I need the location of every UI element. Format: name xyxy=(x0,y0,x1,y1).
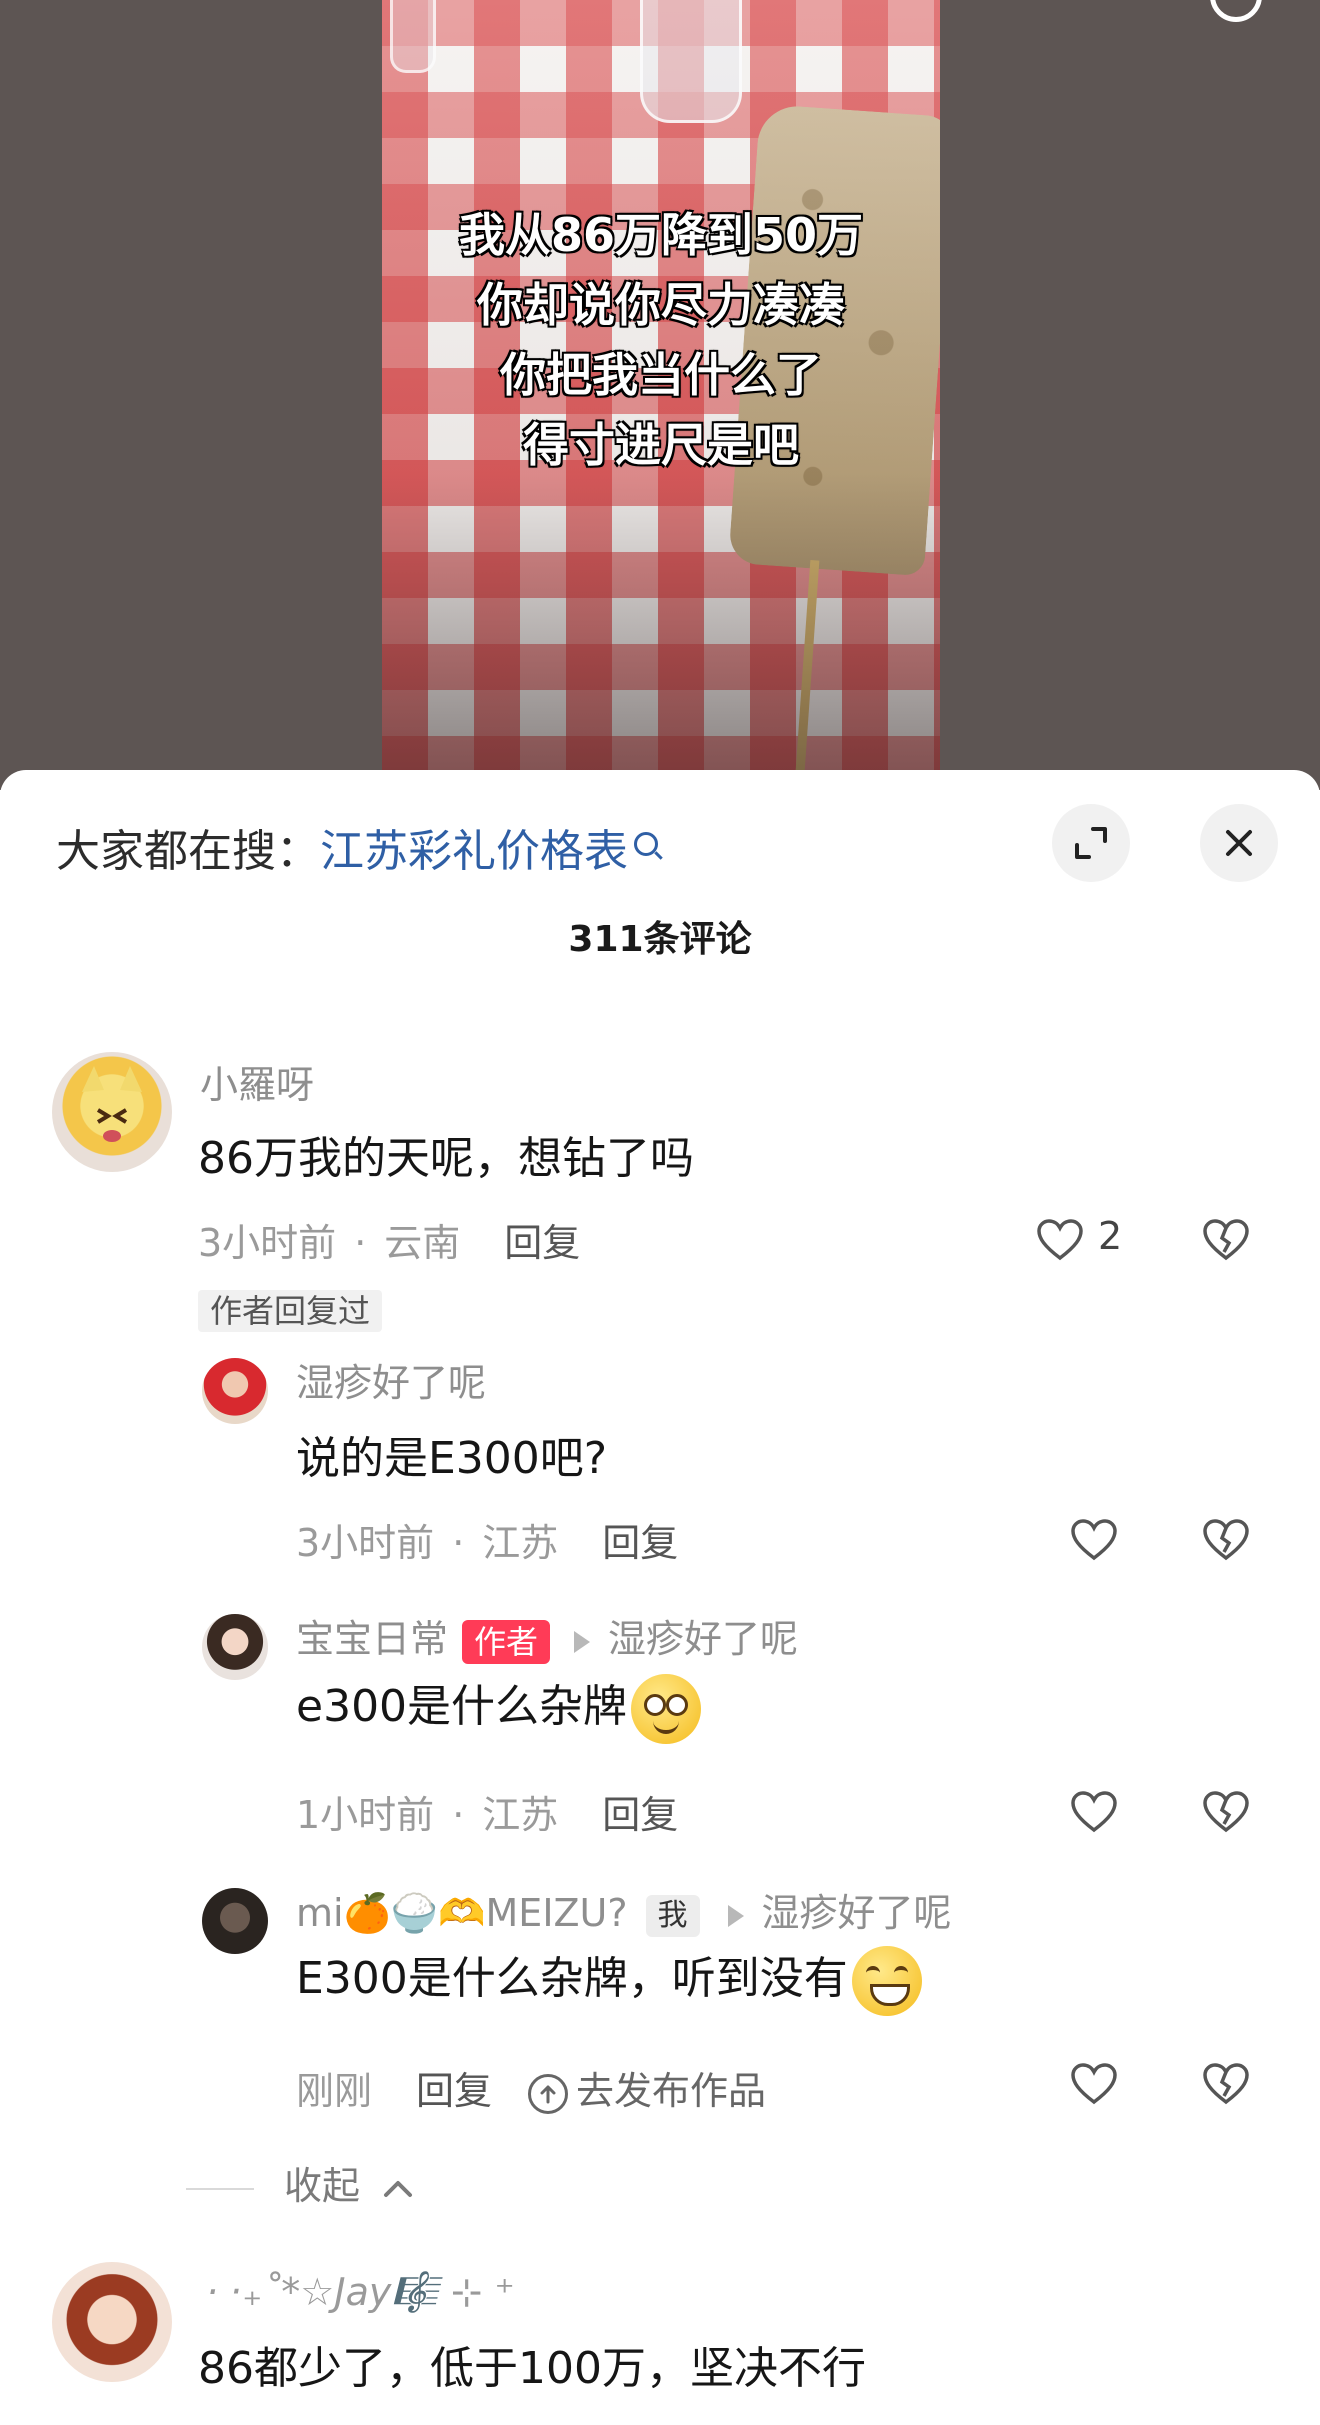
reply-to-username[interactable]: 湿疹好了呢 xyxy=(608,1617,798,1661)
trending-search-term[interactable]: 江苏彩礼价格表 xyxy=(320,826,628,877)
comment-time: 刚刚 xyxy=(296,2069,373,2113)
comment-text: 说的是E300吧? xyxy=(296,1433,608,1484)
search-icon[interactable] xyxy=(1210,0,1262,22)
comment-username-row: 宝宝日常 作者 湿疹好了呢 xyxy=(296,1608,798,1664)
comment-username-row: mi🍊🍚🫶MEIZU? 我 湿疹好了呢 xyxy=(296,1882,952,1937)
comment-username[interactable]: 宝宝日常 xyxy=(296,1617,448,1661)
avatar[interactable] xyxy=(202,1614,268,1680)
search-icon xyxy=(634,832,658,856)
collapse-label: 收起 xyxy=(284,2164,361,2208)
comment-text-row: E300是什么杂牌，听到没有 xyxy=(296,1942,922,2016)
author-replied-badge: 作者回复过 xyxy=(198,1290,383,1332)
close-icon xyxy=(1226,830,1252,856)
comment-meta: 3小时前 · 江苏 回复 xyxy=(296,1521,679,1565)
me-tag: 我 xyxy=(645,1894,700,1937)
avatar[interactable] xyxy=(202,1358,268,1424)
author-tag: 作者 xyxy=(462,1619,551,1664)
comment-time: 3小时前 xyxy=(198,1221,337,1265)
trending-search-prefix: 大家都在搜： xyxy=(56,826,320,877)
avatar[interactable] xyxy=(52,1052,172,1172)
close-button[interactable] xyxy=(1200,804,1278,882)
chevron-up-icon xyxy=(384,2180,413,2197)
comment-count: 311条评论 xyxy=(568,919,752,960)
caption-line: 你把我当什么了 xyxy=(500,348,822,402)
dislike-icon[interactable] xyxy=(1202,2062,1250,2106)
comment-location: 江苏 xyxy=(482,1793,559,1837)
comment-text: 86万我的天呢，想钻了吗 xyxy=(198,1133,694,1184)
publish-label: 去发布作品 xyxy=(576,2069,767,2113)
reply-arrow-icon xyxy=(727,1904,744,1927)
upload-icon xyxy=(528,2073,569,2114)
comment-location: 云南 xyxy=(384,1221,461,1265)
dislike-icon[interactable] xyxy=(1202,1518,1250,1562)
divider xyxy=(186,2187,254,2190)
comment-username[interactable]: 小羅呀 xyxy=(200,1054,314,1109)
comment-text-row: e300是什么杂牌 xyxy=(296,1670,702,1744)
comment-text: E300是什么杂牌，听到没有 xyxy=(296,1953,848,2004)
heart-icon[interactable] xyxy=(1070,1518,1118,1562)
trending-search[interactable]: 大家都在搜：江苏彩礼价格表 xyxy=(56,820,658,884)
expand-icon xyxy=(1075,827,1107,859)
reply-button[interactable]: 回复 xyxy=(416,2069,492,2113)
comment-text: 86都少了，低于100万，坚决不行 xyxy=(198,2343,866,2394)
reply-arrow-icon xyxy=(574,1630,591,1653)
comment-location: 江苏 xyxy=(482,1521,559,1565)
publish-button[interactable]: 去发布作品 xyxy=(528,2069,767,2114)
caption-line: 得寸进尺是吧 xyxy=(523,418,799,472)
reply-button[interactable]: 回复 xyxy=(504,1221,580,1265)
comments-sheet: 大家都在搜：江苏彩礼价格表 311条评论 小羅呀 86万我的天呢，想钻了吗 3小… xyxy=(0,770,1320,2425)
reply-button[interactable]: 回复 xyxy=(602,1793,678,1837)
comment-time: 3小时前 xyxy=(296,1521,435,1565)
heart-icon[interactable] xyxy=(1036,1218,1084,1262)
video-caption: 我从86万降到50万 你却说你尽力凑凑 你把我当什么了 得寸进尺是吧 xyxy=(382,200,940,480)
comment-meta: 3小时前 · 云南 回复 xyxy=(198,1221,581,1265)
comment-meta: 1小时前 · 江苏 回复 xyxy=(296,1793,679,1837)
avatar[interactable] xyxy=(202,1888,268,1954)
surprised-emoji-icon xyxy=(631,1674,702,1744)
comment-text: e300是什么杂牌 xyxy=(296,1681,628,1732)
grinning-emoji-icon xyxy=(851,1946,922,2016)
avatar[interactable] xyxy=(52,2262,172,2382)
caption-line: 你却说你尽力凑凑 xyxy=(477,278,845,332)
expand-button[interactable] xyxy=(1052,804,1130,882)
comment-meta: 刚刚 回复 去发布作品 xyxy=(296,2060,766,2115)
reply-button[interactable]: 回复 xyxy=(602,1521,678,1565)
dislike-icon[interactable] xyxy=(1202,1218,1250,1262)
comment-time: 1小时前 xyxy=(296,1793,435,1837)
heart-icon[interactable] xyxy=(1070,1790,1118,1834)
dislike-icon[interactable] xyxy=(1202,1790,1250,1834)
comment-username[interactable]: mi🍊🍚🫶MEIZU? xyxy=(296,1891,628,1935)
heart-icon[interactable] xyxy=(1070,2062,1118,2106)
caption-line: 我从86万降到50万 xyxy=(458,208,864,262)
reply-to-username[interactable]: 湿疹好了呢 xyxy=(762,1891,952,1935)
like-count: 2 xyxy=(1098,1214,1123,1258)
comment-username[interactable]: 湿疹好了呢 xyxy=(296,1352,486,1407)
comment-username[interactable]: · ‧₊˚*☆Jay🎼 ⊹ ⁺ xyxy=(206,2270,515,2315)
collapse-replies-button[interactable]: 收起 xyxy=(186,2155,416,2210)
video-player[interactable]: 我从86万降到50万 你却说你尽力凑凑 你把我当什么了 得寸进尺是吧 xyxy=(0,0,1320,790)
